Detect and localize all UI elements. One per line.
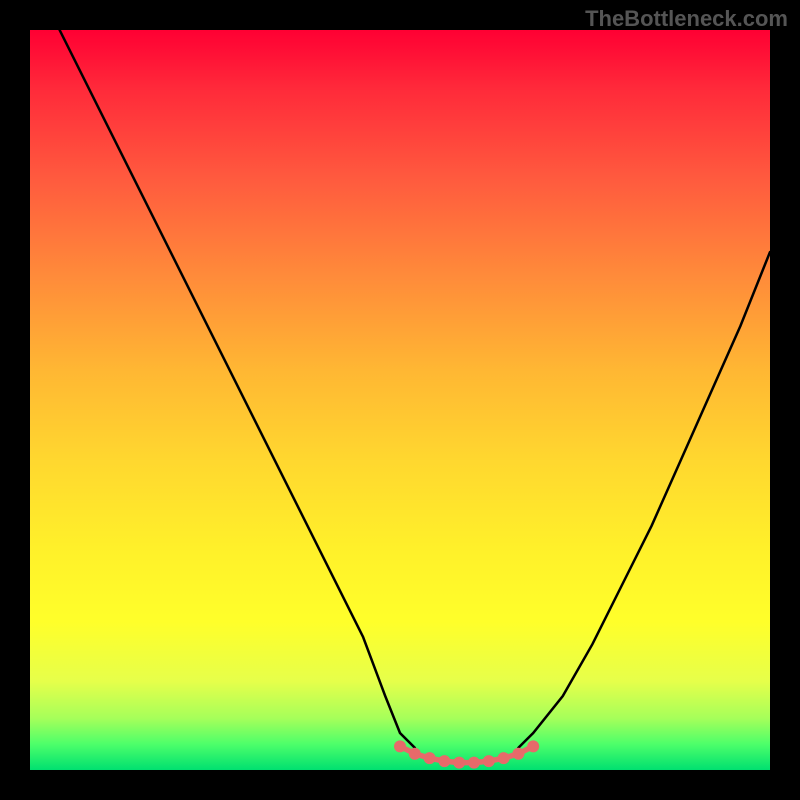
marker-dot [424,752,436,764]
marker-dot [527,740,539,752]
marker-dot [468,757,480,769]
marker-dot [512,748,524,760]
marker-dot [453,757,465,769]
marker-dot [498,752,510,764]
curve-right-curve [518,252,770,748]
marker-dot [394,740,406,752]
curve-overlay [30,30,770,770]
plot-area [30,30,770,770]
marker-dot [483,755,495,767]
marker-dot [409,748,421,760]
watermark-text: TheBottleneck.com [585,6,788,32]
chart-container: TheBottleneck.com [0,0,800,800]
curve-left-curve [60,30,415,748]
marker-dot [438,755,450,767]
